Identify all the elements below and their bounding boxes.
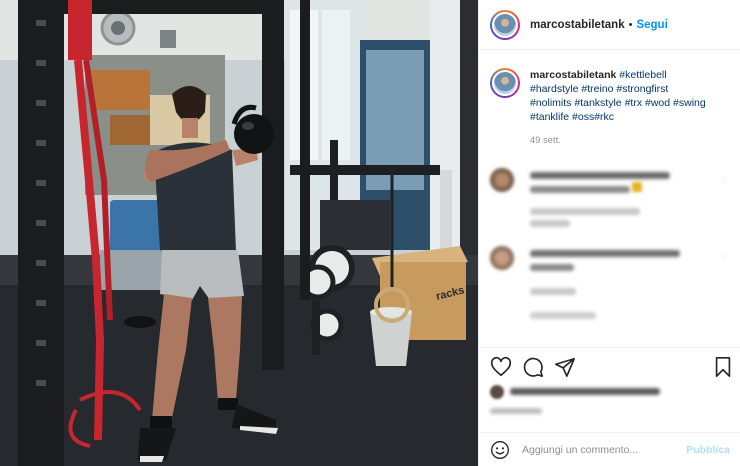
hashtag-link[interactable]: #tankstyle xyxy=(574,97,621,109)
actions-divider xyxy=(479,347,740,348)
author-avatar[interactable] xyxy=(490,9,520,40)
blurred-comment-text xyxy=(530,172,670,179)
comment-bubble-icon[interactable] xyxy=(522,356,544,378)
blurred-emoji xyxy=(632,182,642,192)
comment-avatar xyxy=(490,246,514,270)
post-date-blurred xyxy=(490,408,542,414)
publish-button[interactable]: Pubblica xyxy=(686,444,730,456)
hashtag-link[interactable]: #hardstyle xyxy=(530,83,578,95)
hashtag-link[interactable]: #wod xyxy=(645,97,670,109)
blurred-comment-text xyxy=(530,186,630,193)
comment-item-blurred: ♡ xyxy=(490,246,730,326)
post-caption: marcostabiletank #kettlebell #hardstyle … xyxy=(490,68,735,147)
gym-photo-illustration: racks xyxy=(0,0,478,466)
blurred-comment-text xyxy=(530,250,680,257)
author-username[interactable]: marcostabiletank xyxy=(530,19,625,31)
hashtag-link[interactable]: #kettlebell xyxy=(619,69,666,81)
post-header: marcostabiletank • Segui xyxy=(479,0,740,50)
header-separator: • xyxy=(628,18,633,31)
hashtag-link[interactable]: #oss xyxy=(572,111,594,123)
paper-plane-icon[interactable] xyxy=(554,356,576,378)
hashtag-link[interactable]: #swing xyxy=(673,97,706,109)
blurred-comment-text xyxy=(530,264,574,271)
hashtag-link[interactable]: #strongfirst xyxy=(616,83,668,95)
post-side-panel: marcostabiletank • Segui marcostabiletan… xyxy=(478,0,740,466)
comment-avatar xyxy=(490,168,514,192)
hashtag-link[interactable]: #trx xyxy=(625,97,643,109)
blurred-comment-meta xyxy=(530,208,640,215)
bookmark-icon[interactable] xyxy=(712,356,734,378)
comment-input[interactable] xyxy=(522,443,687,456)
caption-text: marcostabiletank #kettlebell #hardstyle … xyxy=(530,68,706,124)
blurred-comment-meta xyxy=(530,220,570,227)
blurred-replies-link xyxy=(530,312,596,319)
caption-avatar[interactable] xyxy=(490,68,520,98)
heart-icon[interactable] xyxy=(490,356,512,378)
blurred-likes-text xyxy=(510,388,660,395)
hashtag-link[interactable]: #tanklife xyxy=(530,111,569,123)
smiley-icon[interactable] xyxy=(490,440,510,460)
add-comment-bar: Pubblica xyxy=(479,432,740,466)
caption-timestamp: 49 sett. xyxy=(530,135,562,145)
likes-summary-blurred xyxy=(490,384,730,400)
hashtag-link[interactable]: #treino xyxy=(581,83,613,95)
post-actions-bar xyxy=(490,356,735,380)
comment-item-blurred: ♡ xyxy=(490,168,730,232)
comment-like-icon[interactable]: ♡ xyxy=(720,252,728,262)
post-photo[interactable]: racks xyxy=(0,0,478,466)
blurred-comment-meta xyxy=(530,288,576,295)
follow-button[interactable]: Segui xyxy=(636,19,667,31)
caption-username[interactable]: marcostabiletank xyxy=(530,69,616,81)
comment-like-icon[interactable]: ♡ xyxy=(720,176,728,186)
liker-avatar xyxy=(490,385,504,399)
hashtag-link[interactable]: #rkc xyxy=(594,111,614,123)
hashtag-link[interactable]: #nolimits xyxy=(530,97,571,109)
